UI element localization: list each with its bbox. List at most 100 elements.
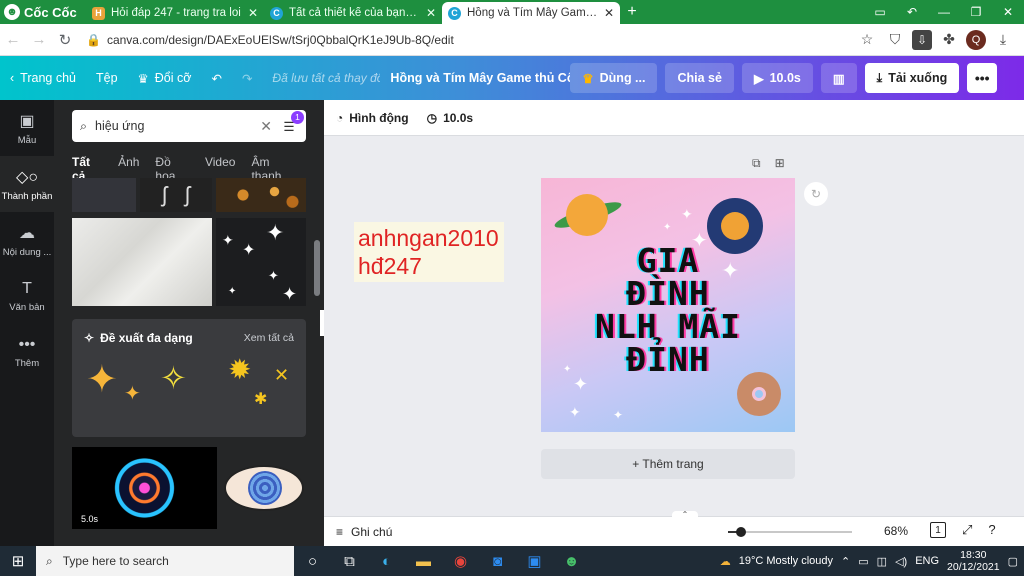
new-tab-button[interactable]: + <box>620 0 644 24</box>
close-window-icon[interactable]: ✕ <box>992 0 1024 24</box>
more-options-button[interactable]: ••• <box>967 63 998 93</box>
tray-chevron-icon[interactable]: ⌃ <box>841 555 850 568</box>
chrome-icon[interactable]: ◉ <box>442 552 479 570</box>
weather-text[interactable]: 19°C Mostly cloudy <box>739 555 833 567</box>
paper-texture-thumbnail[interactable] <box>72 218 212 306</box>
suggestion-items[interactable]: ✦ ✦ ✧ ✹ ✕ ✱ <box>72 345 306 425</box>
browser-brand[interactable]: ☻ Cốc Cốc <box>0 0 86 24</box>
shield-icon[interactable]: ⛉ <box>884 31 906 48</box>
zoom-slider-knob[interactable] <box>736 527 746 537</box>
clear-search-icon[interactable]: ✕ <box>260 118 272 135</box>
browser-tab-active[interactable]: C Hồng và Tím Mây Game thủ ✕ <box>442 2 620 24</box>
bookmark-star-icon[interactable]: ☆ <box>856 31 878 48</box>
try-pro-button[interactable]: ♛ Dùng ... <box>570 63 658 93</box>
taskbar-search[interactable]: ⌕ Type here to search <box>36 546 294 576</box>
animate-label: Hình động <box>349 110 409 125</box>
notes-button[interactable]: ≡ Ghi chú <box>324 525 392 539</box>
eye-graphic-thumbnail[interactable] <box>222 447 306 529</box>
search-input[interactable]: ⌕ hiệu ứng ✕ ☰ 1 <box>72 110 306 142</box>
task-view-icon[interactable]: ⧉ <box>331 553 368 570</box>
file-menu-button[interactable]: Tệp <box>86 71 128 85</box>
download-tray-icon[interactable]: ⇩ <box>912 29 932 50</box>
redo-button[interactable]: ↷ <box>232 71 262 86</box>
maximize-icon[interactable]: ❐ <box>960 0 992 24</box>
notes-icon: ≡ <box>336 524 344 539</box>
design-page[interactable]: ✦ ✦ ✦ ✦ ✦ ✦ ✦ ✦ GIA ĐÌNH NLH MÃI ĐỈNH <box>541 178 795 432</box>
panel-scrollbar[interactable] <box>314 240 320 296</box>
network-icon[interactable]: ◫ <box>877 555 887 568</box>
download-button[interactable]: ⤓ Tải xuống <box>864 63 960 93</box>
close-tab-icon[interactable]: ✕ <box>248 6 258 20</box>
windows-start-icon[interactable]: ⊞ <box>0 552 36 570</box>
downloads-icon[interactable]: ⤓ <box>992 31 1014 48</box>
see-all-link[interactable]: Xem tất cả <box>244 332 294 344</box>
add-page-button[interactable]: + Thêm trang <box>541 449 795 479</box>
zoom-app-icon[interactable]: ▣ <box>516 552 553 570</box>
file-label: Tệp <box>96 71 118 85</box>
search-icon: ⌕ <box>46 553 53 568</box>
rail-item-uploads[interactable]: ☁ Nội dung ... <box>0 212 54 268</box>
home-button[interactable]: ‹ Trang chủ <box>0 71 86 85</box>
expand-pages-icon[interactable]: ⌃ <box>672 511 698 519</box>
floating-text-box[interactable]: anhngan2010 hđ247 <box>354 222 504 282</box>
back-history-icon[interactable]: ↶ <box>896 0 928 24</box>
zoom-level[interactable]: 68% <box>884 524 908 538</box>
volume-icon[interactable]: ◁) <box>895 555 907 568</box>
cortana-icon[interactable]: ○ <box>294 553 331 570</box>
share-button[interactable]: Chia sẻ <box>665 63 734 93</box>
coccoc-icon[interactable]: ☻ <box>553 553 590 570</box>
design-title[interactable]: Hồng và Tím Mây Game thủ Cô ... <box>380 71 570 85</box>
battery-icon[interactable]: ▭ <box>858 555 868 568</box>
play-button[interactable]: ▶ 10.0s <box>741 63 813 93</box>
address-bar: ← → ↻ 🔒 canva.com/design/DAExEoUElSw/tSr… <box>0 24 1024 56</box>
duration-button[interactable]: ◷ 10.0s <box>427 111 474 125</box>
reload-icon[interactable]: ↻ <box>52 31 78 49</box>
rail-item-templates[interactable]: ▣ Mẫu <box>0 100 54 156</box>
forward-arrow-icon[interactable]: → <box>26 31 52 48</box>
rail-item-more[interactable]: ••• Thêm <box>0 324 54 380</box>
heading-line: ĐÌNH <box>626 274 710 313</box>
duplicate-page-icon[interactable]: ⧉ <box>752 156 761 171</box>
close-tab-icon[interactable]: ✕ <box>426 6 436 20</box>
browser-tab[interactable]: C Tất cả thiết kế của bạn - Can ✕ <box>264 2 442 24</box>
language-indicator[interactable]: ENG <box>915 555 939 567</box>
screenshot-icon[interactable]: ▭ <box>864 0 896 24</box>
sparkles-thumbnail[interactable]: ✦ ✦ ✦ ✦ ✦ ✦ <box>216 218 306 306</box>
sparkle-icon: ✦ <box>268 268 279 283</box>
rotate-icon[interactable]: ↻ <box>804 182 828 206</box>
animate-button[interactable]: ◔ Hình động <box>336 111 409 125</box>
page-count-button[interactable]: 1 <box>930 522 946 538</box>
profile-avatar[interactable]: Q <box>966 29 986 50</box>
extensions-icon[interactable]: ✤ <box>938 31 960 48</box>
back-arrow-icon[interactable]: ← <box>0 31 26 48</box>
orange-planet-graphic[interactable] <box>552 190 624 240</box>
clock[interactable]: 18:30 20/12/2021 <box>947 549 1000 573</box>
design-heading[interactable]: GIA ĐÌNH NLH MÃI ĐỈNH <box>541 244 795 376</box>
zoom-slider[interactable] <box>728 527 852 537</box>
donut-graphic[interactable] <box>737 372 781 416</box>
taskbar-search-placeholder: Type here to search <box>62 554 169 568</box>
filter-button[interactable]: ☰ 1 <box>280 110 304 134</box>
bokeh-thumbnail[interactable] <box>216 178 306 212</box>
insights-button[interactable]: ▥ <box>820 63 857 93</box>
browser-tab[interactable]: H Hỏi đáp 247 - trang tra loi ✕ <box>86 2 264 24</box>
result-thumbnail[interactable] <box>72 178 136 212</box>
zalo-icon[interactable]: ◙ <box>479 553 516 570</box>
mandala-video-thumbnail[interactable]: 5.0s <box>72 447 217 529</box>
undo-button[interactable]: ↶ <box>201 71 231 86</box>
result-thumbnail[interactable]: ʃʃ <box>140 178 212 212</box>
crown-icon: ♛ <box>582 71 594 86</box>
crown-icon: ♛ <box>137 71 149 86</box>
rail-item-elements[interactable]: ◇○ Thành phần <box>0 156 54 212</box>
edge-icon[interactable]: ◐ <box>368 553 405 570</box>
add-page-icon[interactable]: ⊞ <box>775 156 785 171</box>
file-explorer-icon[interactable]: ▬ <box>405 553 442 570</box>
minimize-icon[interactable]: — <box>928 0 960 24</box>
url-field[interactable]: 🔒 canva.com/design/DAExEoUElSw/tSrj0Qbba… <box>86 33 856 47</box>
rail-item-text[interactable]: T Văn bản <box>0 268 54 324</box>
resize-button[interactable]: ♛ Đổi cỡ <box>128 71 202 86</box>
help-icon[interactable]: ? <box>988 522 995 538</box>
fullscreen-icon[interactable]: ⤢ <box>962 522 972 538</box>
notifications-icon[interactable]: ▢ <box>1008 555 1018 568</box>
close-tab-icon[interactable]: ✕ <box>604 6 614 20</box>
